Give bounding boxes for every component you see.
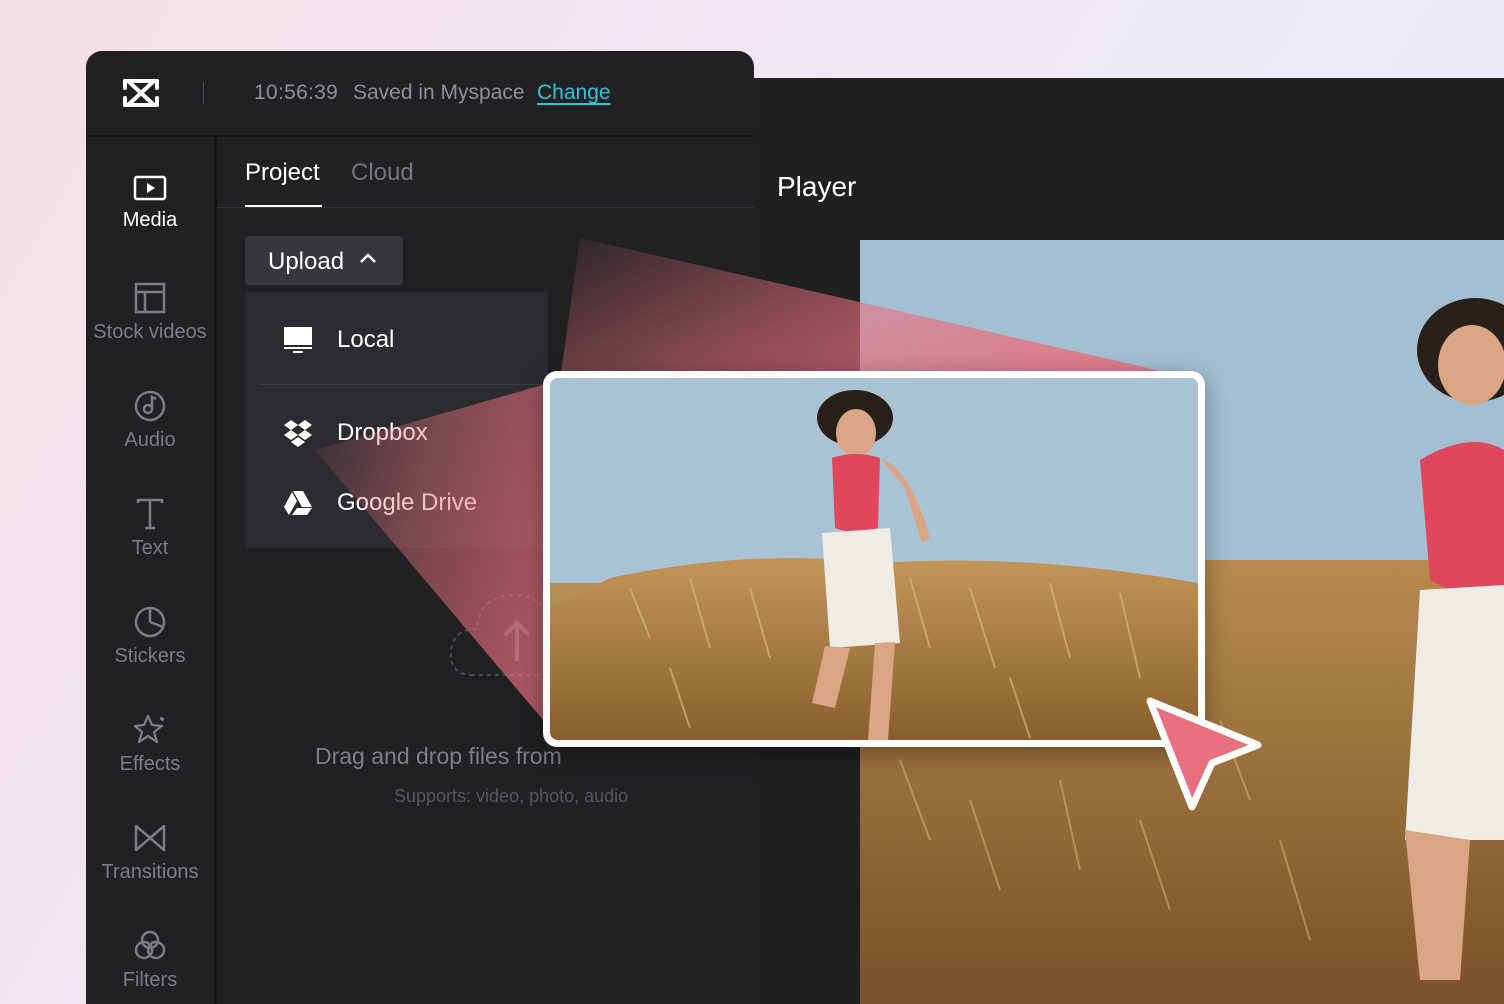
audio-icon [134, 390, 166, 422]
nav-label: Media [122, 209, 178, 231]
upload-menu: Local Dropbox Google Drive [245, 292, 548, 548]
dropbox-icon [284, 420, 312, 447]
transitions-icon [134, 824, 166, 852]
upload-menu-dropbox[interactable]: Dropbox [245, 403, 548, 463]
save-time: 10:56:39 [254, 81, 339, 104]
stock-videos-icon [134, 282, 166, 314]
upload-menu-label: Local [337, 326, 395, 353]
side-nav: Media Stock videos Audio Text Stickers E… [86, 137, 217, 1004]
drop-zone-subtitle: Supports: video, photo, audio [394, 786, 629, 806]
nav-stock-videos[interactable]: Stock videos [86, 281, 214, 371]
nav-transitions[interactable]: Transitions [86, 821, 214, 911]
upload-menu-label: Dropbox [337, 419, 428, 446]
nav-label: Audio [124, 429, 176, 451]
nav-filters[interactable]: Filters [86, 929, 214, 1004]
google-drive-icon [284, 491, 312, 515]
upload-menu-google-drive[interactable]: Google Drive [245, 473, 548, 533]
effects-icon [133, 714, 164, 744]
nav-label: Effects [119, 753, 181, 775]
nav-text[interactable]: Text [86, 497, 214, 587]
monitor-icon [284, 327, 312, 353]
player-title: Player [777, 171, 857, 202]
pointer-cursor-icon [1146, 697, 1262, 811]
preview-card[interactable] [543, 371, 1205, 747]
capcut-logo [123, 79, 159, 107]
menu-divider [260, 384, 548, 385]
nav-stickers[interactable]: Stickers [86, 605, 214, 695]
top-bar: 10:56:39 Saved in Myspace Change [86, 51, 754, 137]
nav-effects[interactable]: Effects [86, 713, 214, 803]
nav-label: Stock videos [93, 321, 207, 343]
upload-button-label: Upload [268, 248, 345, 275]
nav-label: Transitions [101, 861, 199, 883]
upload-menu-local[interactable]: Local [245, 310, 548, 370]
nav-audio[interactable]: Audio [86, 389, 214, 479]
stickers-icon [134, 606, 166, 638]
upload-menu-label: Google Drive [337, 489, 478, 516]
preview-photo [550, 378, 1198, 740]
nav-label: Text [131, 537, 169, 559]
media-icon [133, 175, 167, 201]
save-status: Saved in Myspace [353, 81, 525, 104]
nav-label: Stickers [114, 645, 186, 667]
nav-media[interactable]: Media [86, 173, 214, 263]
topbar-divider [203, 82, 204, 104]
change-link[interactable]: Change [537, 81, 611, 105]
filters-icon [134, 930, 166, 960]
preview-image [550, 378, 1198, 740]
nav-label: Filters [122, 969, 178, 991]
chevron-up-icon [360, 253, 376, 263]
text-icon [136, 498, 164, 530]
upload-button[interactable]: Upload [245, 236, 403, 285]
drop-zone-title: Drag and drop files from [315, 743, 562, 769]
